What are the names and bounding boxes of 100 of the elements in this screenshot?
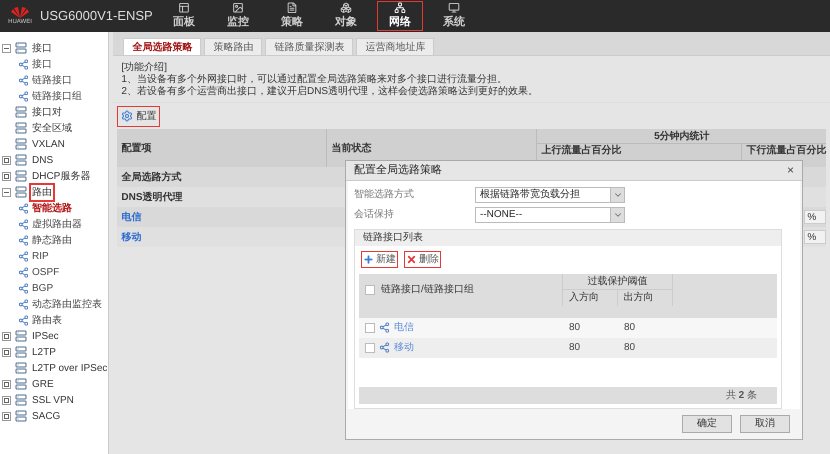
column-header: 上行流量占百分比 <box>541 145 622 157</box>
nav-tab[interactable]: 面板 <box>161 1 207 31</box>
link-icon <box>18 202 29 214</box>
nav-icon <box>447 2 461 14</box>
sidebar-item[interactable]: IPSec <box>31 328 60 344</box>
nav-tab[interactable]: 系统 <box>431 1 477 31</box>
column-header: 当前状态 <box>331 142 372 156</box>
link-icon <box>18 282 29 294</box>
row-label: 全局选路方式 <box>121 170 182 184</box>
sidebar-item[interactable]: RIP <box>32 248 49 264</box>
tree-toggle[interactable] <box>2 396 11 404</box>
tree-toggle[interactable] <box>2 380 11 388</box>
link-icon <box>18 266 29 278</box>
dialog-button[interactable]: 确定 <box>682 414 732 433</box>
row-link[interactable]: 移动 <box>121 230 142 244</box>
row-label: DNS透明代理 <box>121 190 183 204</box>
field-label: 会话保持 <box>354 208 395 222</box>
sidebar-item[interactable]: DHCP服务器 <box>31 168 92 184</box>
checkbox[interactable] <box>365 342 375 353</box>
gear-icon <box>121 110 134 122</box>
tab[interactable]: 全局选路策略 <box>123 38 202 55</box>
sidebar-item[interactable]: OSPF <box>32 264 60 280</box>
sidebar-item[interactable]: 动态路由监控表 <box>32 296 102 312</box>
link-icon <box>379 322 390 334</box>
sidebar-item[interactable]: GRE <box>31 376 55 392</box>
table-cell-text: 80 <box>568 321 582 336</box>
intro-text: 1、当设备有多个外网接口时，可以通过配置全局选路策略来对多个接口进行流量分担。 <box>121 74 508 86</box>
sidebar-item[interactable]: 链路接口 <box>32 72 72 88</box>
table-cell: % <box>804 230 826 244</box>
link-icon <box>18 250 29 262</box>
sidebar-item[interactable]: L2TP over IPSec <box>31 360 108 376</box>
sidebar-item[interactable]: SSL VPN <box>31 392 75 408</box>
sidebar-item[interactable]: L2TP <box>31 344 57 360</box>
column-header: 出方向 <box>622 290 654 306</box>
toolbar-button[interactable]: 新建 <box>361 251 398 268</box>
link-icon <box>18 314 29 326</box>
sidebar-item[interactable]: BGP <box>32 280 54 296</box>
column-header: 5分钟内统计 <box>654 130 710 144</box>
checkbox[interactable] <box>365 284 375 295</box>
sidebar-item[interactable]: 接口 <box>31 40 53 56</box>
sidebar-item[interactable]: 接口 <box>32 56 52 72</box>
table-cell-text: 80 <box>623 321 636 336</box>
sidebar-item[interactable]: 路由 <box>31 184 53 200</box>
link-icon <box>18 74 29 86</box>
tree-toggle[interactable] <box>2 156 11 164</box>
column-header: 入方向 <box>563 290 618 306</box>
close-button[interactable]: × <box>786 161 794 180</box>
intro-text: 2、若设备有多个运营商出接口，建议开启DNS透明代理，这样会使选路策略达到更好的效果。 <box>121 86 540 98</box>
column-header: 链路接口/链路接口组 <box>381 282 474 298</box>
link-icon <box>18 58 29 70</box>
tree-toggle[interactable] <box>2 332 11 340</box>
select-field[interactable]: --NONE-- <box>475 206 625 223</box>
row-link[interactable]: 电信 <box>121 210 142 224</box>
nav-icon <box>339 2 353 14</box>
sidebar-item[interactable]: 链路接口组 <box>32 88 82 104</box>
sidebar-item[interactable]: 接口对 <box>31 104 63 120</box>
dialog-button[interactable]: 取消 <box>740 414 790 433</box>
nav-tab[interactable]: 策略 <box>269 1 315 31</box>
sidebar-item[interactable]: 虚拟路由器 <box>32 216 82 232</box>
column-header: 配置项 <box>121 142 152 156</box>
table-cell-text: 80 <box>623 341 636 356</box>
tree-toggle[interactable] <box>2 412 11 420</box>
link-icon <box>18 218 29 230</box>
nav-tab[interactable]: 网络 <box>377 1 423 31</box>
tree-toggle[interactable] <box>2 172 11 180</box>
link-icon <box>379 342 390 354</box>
tree-toggle[interactable] <box>2 188 11 196</box>
sidebar-item[interactable]: 静态路由 <box>32 232 72 248</box>
product-name: USG6000V1-ENSP <box>40 7 154 26</box>
tab[interactable]: 策略路由 <box>204 38 262 55</box>
nav-icon <box>231 2 245 14</box>
sidebar-item[interactable]: 智能选路 <box>32 200 72 216</box>
field-label: 智能选路方式 <box>354 188 415 202</box>
tab[interactable]: 运营商地址库 <box>356 38 434 55</box>
nav-icon <box>177 2 191 14</box>
link-icon <box>18 234 29 246</box>
nav-tab[interactable]: 对象 <box>323 1 369 31</box>
config-button[interactable]: 配置 <box>117 106 160 126</box>
column-header: 过载保护阈值 <box>588 274 648 289</box>
record-count: 共 2 条 <box>726 388 757 403</box>
nav-icon <box>285 2 299 14</box>
sidebar-item[interactable]: VXLAN <box>31 136 66 152</box>
plus-icon <box>363 254 374 266</box>
sidebar-item[interactable]: 路由表 <box>32 312 62 328</box>
toolbar-button[interactable]: 删除 <box>404 251 441 268</box>
tree-toggle[interactable] <box>2 348 11 356</box>
select-field[interactable]: 根据链路带宽负载分担 <box>475 186 625 203</box>
tree-toggle[interactable] <box>2 44 11 52</box>
table-cell-text: 80 <box>568 341 582 356</box>
logo-icon <box>10 6 30 18</box>
tab[interactable]: 链路质量探测表 <box>265 38 354 55</box>
table-cell: % <box>804 210 826 224</box>
panel-title: 链路接口列表 <box>363 230 423 246</box>
link-icon <box>18 298 29 310</box>
checkbox[interactable] <box>365 322 375 333</box>
sidebar-item[interactable]: DNS <box>31 152 54 168</box>
link-icon <box>18 90 29 102</box>
sidebar-item[interactable]: 安全区域 <box>31 120 73 136</box>
sidebar-item[interactable]: SACG <box>31 408 62 424</box>
nav-tab[interactable]: 监控 <box>215 1 261 31</box>
